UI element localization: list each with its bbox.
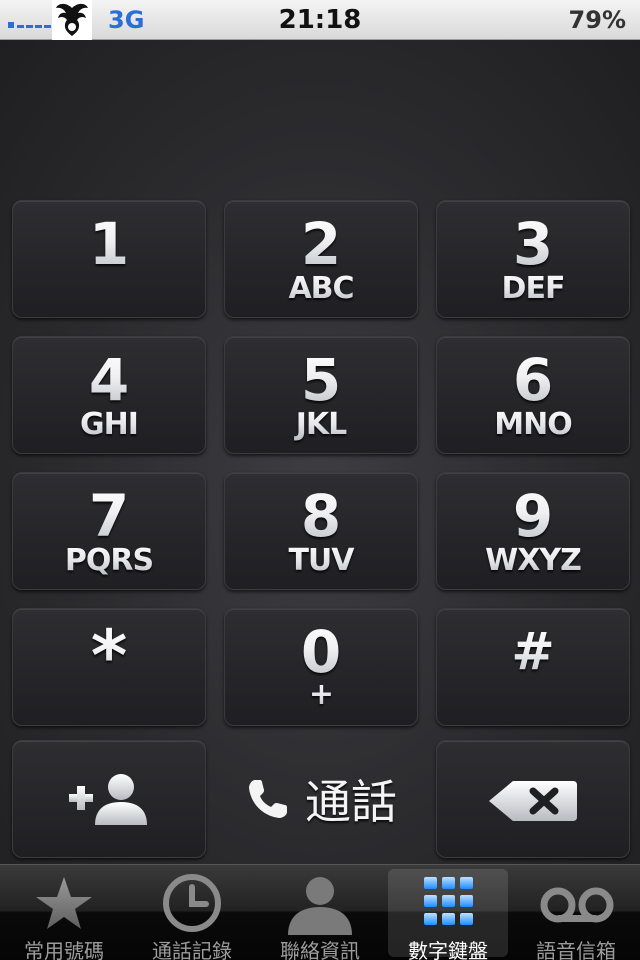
key-digit: 2 [225, 211, 417, 277]
backspace-icon [489, 781, 577, 821]
key-9[interactable]: 9 WXYZ [436, 472, 630, 590]
key-digit: * [13, 621, 205, 691]
key-2[interactable]: 2 ABC [224, 200, 418, 318]
key-8[interactable]: 8 TUV [224, 472, 418, 590]
voicemail-icon [540, 887, 614, 923]
clock-icon [163, 874, 221, 932]
phone-icon [249, 780, 287, 818]
key-letters: + [225, 677, 417, 712]
call-button[interactable]: 通話 [222, 740, 420, 858]
tab-bar: 常用號碼 通話記錄 聯絡資訊 數字鍵盤 語音信箱 [0, 864, 640, 960]
key-letters: DEF [437, 271, 629, 306]
key-star[interactable]: * [12, 608, 206, 726]
key-digit: 6 [437, 347, 629, 413]
star-icon [36, 877, 92, 929]
key-digit: 1 [13, 211, 205, 277]
backspace-button[interactable] [436, 740, 630, 858]
keypad-icon [424, 877, 473, 925]
add-contact-button[interactable] [12, 740, 206, 858]
key-hash[interactable]: # [436, 608, 630, 726]
key-digit: 4 [13, 347, 205, 413]
key-1[interactable]: 1 [12, 200, 206, 318]
key-letters: PQRS [13, 543, 205, 578]
add-contact-icon [69, 774, 147, 825]
contact-icon [288, 877, 352, 935]
status-time: 21:18 [278, 5, 362, 35]
key-letters: WXYZ [437, 543, 629, 578]
tab-voicemail[interactable]: 語音信箱 [516, 869, 636, 960]
key-digit: 0 [225, 619, 417, 685]
key-7[interactable]: 7 PQRS [12, 472, 206, 590]
key-5[interactable]: 5 JKL [224, 336, 418, 454]
key-digit: 5 [225, 347, 417, 413]
key-letters: JKL [225, 407, 417, 442]
tab-label: 聯絡資訊 [280, 939, 360, 960]
key-0[interactable]: 0 + [224, 608, 418, 726]
key-3[interactable]: 3 DEF [436, 200, 630, 318]
key-letters: MNO [437, 407, 629, 442]
key-digit: 8 [225, 483, 417, 549]
tab-label: 常用號碼 [24, 939, 104, 960]
tab-label: 數字鍵盤 [408, 939, 488, 960]
tab-label: 語音信箱 [536, 939, 616, 960]
key-4[interactable]: 4 GHI [12, 336, 206, 454]
tab-contacts[interactable]: 聯絡資訊 [260, 869, 380, 960]
call-label: 通話 [305, 775, 397, 829]
key-digit: 3 [437, 211, 629, 277]
tab-keypad[interactable]: 數字鍵盤 [388, 869, 508, 960]
key-digit: 9 [437, 483, 629, 549]
battery-percentage: 79% [568, 6, 626, 34]
tab-recents[interactable]: 通話記錄 [132, 869, 252, 960]
key-letters: TUV [225, 543, 417, 578]
key-6[interactable]: 6 MNO [436, 336, 630, 454]
key-letters: GHI [13, 407, 205, 442]
status-bar: 3G 21:18 79% [0, 0, 640, 40]
tab-favorites[interactable]: 常用號碼 [4, 869, 124, 960]
key-digit: # [437, 619, 629, 685]
key-digit: 7 [13, 483, 205, 549]
dialer-pad: 1 2 ABC 3 DEF 4 GHI 5 JKL 6 MNO 7 PQRS 8… [0, 40, 640, 864]
tab-label: 通話記錄 [152, 939, 232, 960]
key-letters: ABC [225, 271, 417, 306]
